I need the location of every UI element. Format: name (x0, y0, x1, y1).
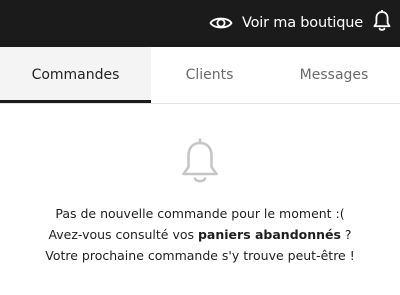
line2-suffix: ? (340, 227, 352, 242)
app: Voir ma boutique Commandes Clients Messa… (0, 0, 400, 295)
view-shop-link[interactable]: Voir ma boutique (208, 9, 363, 37)
bell-icon (373, 9, 391, 36)
tab-bar: Commandes Clients Messages (0, 47, 400, 104)
empty-state: Pas de nouvelle commande pour le moment … (0, 104, 400, 295)
line2-prefix: Avez-vous consulté vos (48, 227, 198, 242)
tab-label: Clients (185, 67, 234, 83)
notifications-button[interactable] (371, 9, 393, 36)
empty-message-line2: Avez-vous consulté vos paniers abandonné… (0, 224, 400, 245)
empty-message: Pas de nouvelle commande pour le moment … (0, 203, 400, 266)
view-shop-label: Voir ma boutique (242, 15, 363, 31)
bell-outline-icon (180, 138, 220, 186)
eye-icon (208, 14, 234, 32)
tab-label: Messages (299, 67, 369, 83)
tab-messages[interactable]: Messages (268, 47, 400, 103)
empty-message-line3: Votre prochaine commande s'y trouve peut… (45, 248, 355, 263)
top-bar: Voir ma boutique (0, 0, 400, 47)
empty-message-line1: Pas de nouvelle commande pour le moment … (55, 206, 345, 221)
abandoned-carts-link[interactable]: paniers abandonnés (198, 227, 341, 242)
tab-commandes[interactable]: Commandes (0, 47, 151, 103)
tab-clients[interactable]: Clients (151, 47, 268, 103)
tab-label: Commandes (31, 67, 120, 83)
